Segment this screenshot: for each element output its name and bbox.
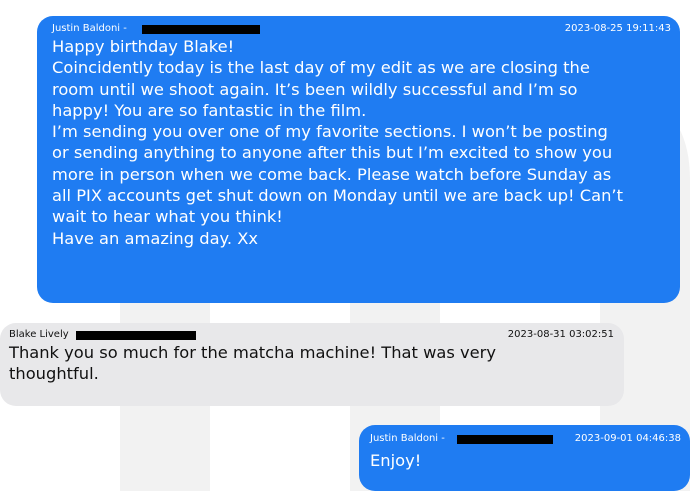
redaction-bar (76, 331, 196, 340)
message-text: Happy birthday Blake! Coincidently today… (52, 36, 671, 249)
message-timestamp: 2023-08-25 19:11:43 (564, 23, 671, 34)
message-line: wait to hear what you think! (52, 207, 283, 227)
message-line: all PIX accounts get shut down on Monday… (52, 186, 623, 206)
message-text: Enjoy! (370, 450, 681, 471)
sender-name: Justin Baldoni - (370, 433, 445, 444)
message-line: room until we shoot again. It’s been wil… (52, 79, 578, 99)
message-line: I’m sending you over one of my favorite … (52, 122, 608, 142)
message-line: or sending anything to anyone after this… (52, 143, 613, 163)
message-bubble-sent[interactable]: Justin Baldoni - 2023-08-25 19:11:43 Hap… (37, 16, 680, 303)
message-line: Have an amazing day. Xx (52, 228, 258, 248)
message-line: Happy birthday Blake! (52, 37, 235, 56)
message-meta: Blake Lively 2023-08-31 03:02:51 (9, 328, 614, 342)
sender-name: Justin Baldoni - (52, 23, 127, 34)
message-line: more in person when we come back. Please… (52, 164, 612, 184)
redaction-bar (457, 435, 553, 444)
message-text: Thank you so much for the matcha machine… (9, 342, 614, 385)
message-bubble-received[interactable]: Blake Lively 2023-08-31 03:02:51 Thank y… (0, 323, 624, 406)
redaction-bar (142, 25, 260, 34)
message-bubble-sent[interactable]: Justin Baldoni - 2023-09-01 04:46:38 Enj… (359, 425, 690, 491)
message-line: thoughtful. (9, 364, 99, 384)
sender-name: Blake Lively (9, 329, 69, 340)
message-meta: Justin Baldoni - 2023-08-25 19:11:43 (52, 22, 671, 36)
message-timestamp: 2023-08-31 03:02:51 (507, 329, 614, 340)
message-line: Enjoy! (370, 451, 422, 470)
message-line: Coincidently today is the last day of my… (52, 58, 590, 78)
message-meta: Justin Baldoni - 2023-09-01 04:46:38 (370, 432, 681, 446)
message-line: happy! You are so fantastic in the film. (52, 100, 367, 120)
message-line: Thank you so much for the matcha machine… (9, 343, 496, 362)
message-timestamp: 2023-09-01 04:46:38 (574, 433, 681, 444)
message-thread: Justin Baldoni - 2023-08-25 19:11:43 Hap… (0, 0, 690, 491)
